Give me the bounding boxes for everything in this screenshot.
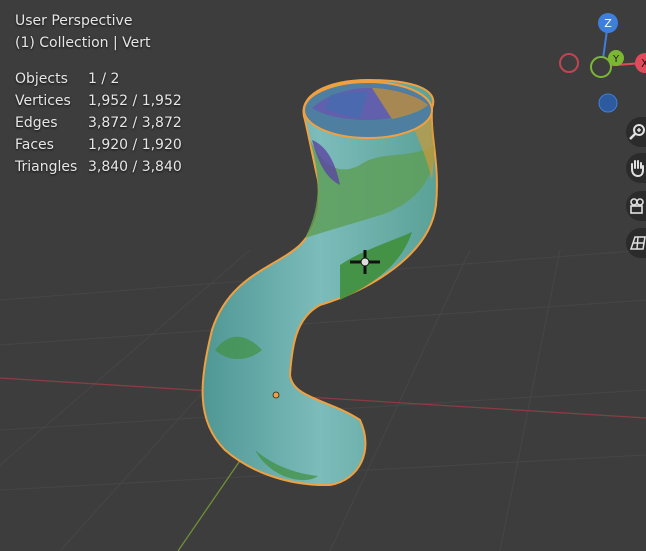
gizmo-neg-z[interactable] [598, 93, 618, 113]
stat-row-triangles: Triangles 3,840 / 3,840 [15, 156, 182, 178]
gizmo-y-label: Y [612, 54, 620, 65]
stat-label: Edges [15, 115, 58, 131]
view-name: User Perspective [15, 13, 133, 29]
stat-label: Objects [15, 71, 68, 87]
pan-hand-icon [631, 160, 644, 178]
camera-icon [630, 198, 644, 214]
collection-info: (1) Collection | Vert [15, 35, 151, 51]
gizmo-x-label: X [641, 57, 646, 70]
gizmo-z-label: Z [604, 17, 612, 30]
stat-row-objects: Objects 1 / 2 [15, 68, 182, 90]
stat-value: 1,952 / 1,952 [88, 93, 182, 109]
axis-gizmo[interactable]: Y Z X [559, 13, 646, 113]
stat-label: Vertices [15, 93, 71, 109]
gizmo-neg-x[interactable] [559, 53, 579, 73]
zoom-icon [629, 124, 645, 140]
stat-value: 1 / 2 [88, 71, 120, 87]
view-info: User Perspective (1) Collection | Vert [15, 10, 151, 54]
grid-icon [629, 236, 646, 250]
stat-label: Triangles [15, 159, 78, 175]
stat-value: 3,872 / 3,872 [88, 115, 182, 131]
object-origin [272, 391, 280, 399]
gizmo-neg-y[interactable] [590, 56, 612, 78]
stat-value: 3,840 / 3,840 [88, 159, 182, 175]
stat-row-edges: Edges 3,872 / 3,872 [15, 112, 182, 134]
stat-row-faces: Faces 1,920 / 1,920 [15, 134, 182, 156]
stat-value: 1,920 / 1,920 [88, 137, 182, 153]
stats-overlay: Objects 1 / 2 Vertices 1,952 / 1,952 Edg… [15, 68, 182, 178]
tube-mesh[interactable] [201, 78, 438, 487]
stat-label: Faces [15, 137, 54, 153]
stat-row-vertices: Vertices 1,952 / 1,952 [15, 90, 182, 112]
